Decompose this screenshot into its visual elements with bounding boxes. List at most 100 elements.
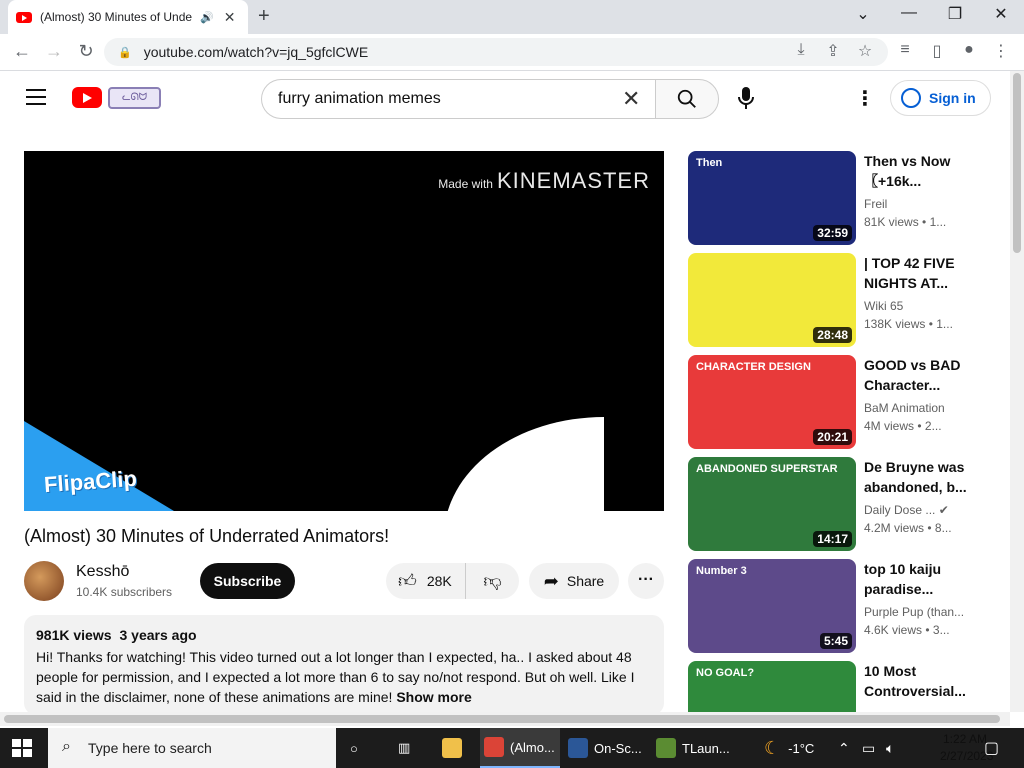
side-panel-icon[interactable]: ▯ <box>926 41 948 61</box>
subscribe-button[interactable]: Subscribe <box>200 563 295 599</box>
recommendation-thumbnail[interactable]: ABANDONED SUPERSTAR 14:17 <box>688 457 856 551</box>
search-icon <box>677 89 696 108</box>
recommendation-title[interactable]: GOOD vs BAD Character... <box>864 355 974 395</box>
youtube-favicon-icon <box>16 11 32 23</box>
taskbar-app[interactable]: On-Sc... <box>564 728 644 768</box>
recommendation-title[interactable]: Then vs Now 〖+16k... <box>864 151 974 191</box>
more-actions-icon[interactable]: ··· <box>628 563 664 599</box>
recommendation-channel[interactable]: Freil <box>864 197 887 211</box>
new-tab-icon[interactable]: + <box>258 5 270 28</box>
audio-playing-icon[interactable]: 🔊 <box>200 11 214 24</box>
account-icon <box>901 88 921 108</box>
reload-icon[interactable]: ↻ <box>74 41 98 62</box>
weather-temp: -1°C <box>788 740 815 756</box>
vertical-scroll-thumb[interactable] <box>1013 73 1021 253</box>
horizontal-scroll-thumb[interactable] <box>4 715 1000 723</box>
recommendation-card[interactable]: Then 32:59 Then vs Now 〖+16k... Freil 81K vi… <box>688 151 978 245</box>
channel-name[interactable]: Kesshō <box>76 563 129 581</box>
like-dislike-group: 👍︎ 28K 👎︎ <box>386 563 519 599</box>
clock[interactable]: 1:22 AM 2/27/2023 <box>940 731 993 765</box>
recommendation-views: 138K views • 1... <box>864 317 953 331</box>
video-duration: 32:59 <box>813 225 852 241</box>
volume-icon[interactable]: 🔈︎ <box>886 728 894 768</box>
voice-search-mic-icon[interactable] <box>736 86 756 115</box>
recommendation-title[interactable]: | TOP 42 FIVE NIGHTS AT... <box>864 253 974 293</box>
description-box[interactable]: 981K views 3 years ago Hi! Thanks for wat… <box>24 615 664 715</box>
channel-avatar[interactable] <box>24 561 64 601</box>
profile-icon[interactable]: ● <box>958 41 980 59</box>
recommendation-thumbnail[interactable]: NO GOAL? <box>688 661 856 712</box>
address-bar[interactable]: 🔒 youtube.com/watch?v=jq_5gfclCWE <box>104 38 888 66</box>
weather-widget[interactable]: ☾ -1°C <box>764 728 814 768</box>
app-icon <box>484 737 504 757</box>
search-query-text: furry animation memes <box>278 90 441 107</box>
browser-menu-icon[interactable]: ⋮ <box>990 41 1012 61</box>
like-button[interactable]: 👍︎ 28K <box>386 563 466 599</box>
recommendation-card[interactable]: NO GOAL? 10 Most Controversial... <box>688 661 978 712</box>
forward-icon[interactable]: → <box>42 41 66 62</box>
recommendation-channel[interactable]: Purple Pup (than... <box>864 605 964 619</box>
taskbar-search-icon: ⌕ <box>62 738 71 755</box>
recommendation-title[interactable]: 10 Most Controversial... <box>864 661 974 701</box>
recommendation-card[interactable]: 28:48 | TOP 42 FIVE NIGHTS AT... Wiki 65 13… <box>688 253 978 347</box>
back-icon[interactable]: ← <box>10 41 34 62</box>
description-text: Hi! Thanks for watching! This video turn… <box>36 649 635 705</box>
share-page-icon[interactable]: ⇪ <box>822 41 844 61</box>
tray-chevron-icon[interactable]: ⌃ <box>838 728 850 768</box>
network-icon[interactable]: ▭ <box>862 728 875 768</box>
settings-kebab-icon[interactable]: ⋮ <box>855 86 875 111</box>
video-duration: 14:17 <box>813 531 852 547</box>
windows-start-icon[interactable] <box>12 739 32 757</box>
recommendation-card[interactable]: ABANDONED SUPERSTAR 14:17 De Bruyne was ab… <box>688 457 978 551</box>
tab-search-chevron-icon[interactable]: ⌄ <box>848 4 878 24</box>
guide-menu-icon[interactable] <box>26 89 46 105</box>
taskbar-app[interactable]: TLaun... <box>652 728 732 768</box>
search-input[interactable]: furry animation memes <box>261 79 656 119</box>
browser-tab[interactable]: (Almost) 30 Minutes of Underrated Animat… <box>8 0 248 34</box>
clear-search-icon[interactable]: ✕ <box>622 86 640 112</box>
tab-strip: (Almost) 30 Minutes of Underrated Animat… <box>0 0 1024 34</box>
thumbs-up-icon: 👍︎ <box>398 571 417 591</box>
app-icon <box>568 738 588 758</box>
share-label: Share <box>566 573 605 589</box>
show-more-button[interactable]: Show more <box>396 689 471 705</box>
taskbar-app[interactable]: (Almo... <box>480 728 560 768</box>
recommendation-title[interactable]: De Bruyne was abandoned, b... <box>864 457 974 497</box>
youtube-doodle-logo[interactable]: ᓚᘏᗢ <box>108 87 161 109</box>
sign-in-button[interactable]: Sign in <box>890 80 991 116</box>
recommendation-card[interactable]: CHARACTER DESIGN 20:21 GOOD vs BAD Charact… <box>688 355 978 449</box>
thumbnail-text: CHARACTER DESIGN <box>696 361 811 373</box>
notifications-icon[interactable]: ▢ <box>984 728 999 768</box>
recommendation-thumbnail[interactable]: CHARACTER DESIGN 20:21 <box>688 355 856 449</box>
taskbar-search-field[interactable]: ⌕ Type here to search <box>48 728 336 768</box>
recommendation-thumbnail[interactable]: Number 3 5:45 <box>688 559 856 653</box>
recommendation-title[interactable]: top 10 kaiju paradise... <box>864 559 974 599</box>
recommendation-card[interactable]: Number 3 5:45 top 10 kaiju paradise... Purp… <box>688 559 978 653</box>
video-player[interactable]: Made with KINEMASTER FlipaClip <box>24 151 664 511</box>
share-button[interactable]: ➦ Share <box>529 563 619 599</box>
restore-icon[interactable]: ❐ <box>940 4 970 24</box>
task-view-icon[interactable]: ▥ <box>398 728 418 768</box>
recommendation-channel[interactable]: BaM Animation <box>864 401 945 415</box>
recommendation-thumbnail[interactable]: Then 32:59 <box>688 151 856 245</box>
recommendation-thumbnail[interactable]: 28:48 <box>688 253 856 347</box>
window-close-icon[interactable]: ✕ <box>986 4 1016 24</box>
weather-moon-icon: ☾ <box>764 737 781 758</box>
bookmark-star-icon[interactable]: ☆ <box>854 41 876 61</box>
minimize-icon[interactable]: — <box>894 4 924 22</box>
dislike-button[interactable]: 👎︎ <box>466 570 519 592</box>
lock-icon[interactable]: 🔒 <box>118 46 132 59</box>
cortana-icon[interactable]: ○ <box>350 728 370 768</box>
search-button[interactable] <box>655 79 719 119</box>
upload-age: 3 years ago <box>119 627 197 643</box>
thumbnail-text: Number 3 <box>696 565 747 577</box>
install-app-icon[interactable]: ⤓ <box>790 41 812 59</box>
recommendation-channel[interactable]: Daily Dose ... ✔ <box>864 503 949 517</box>
recommendation-channel[interactable]: Wiki 65 <box>864 299 903 313</box>
recommendation-views: 4M views • 2... <box>864 419 942 433</box>
media-control-icon[interactable]: ≡ <box>894 41 916 59</box>
verified-check-icon: ✔ <box>938 503 949 517</box>
close-tab-icon[interactable]: ✕ <box>224 9 236 26</box>
file-explorer-icon[interactable] <box>442 728 468 768</box>
youtube-logo-icon[interactable] <box>72 87 102 108</box>
